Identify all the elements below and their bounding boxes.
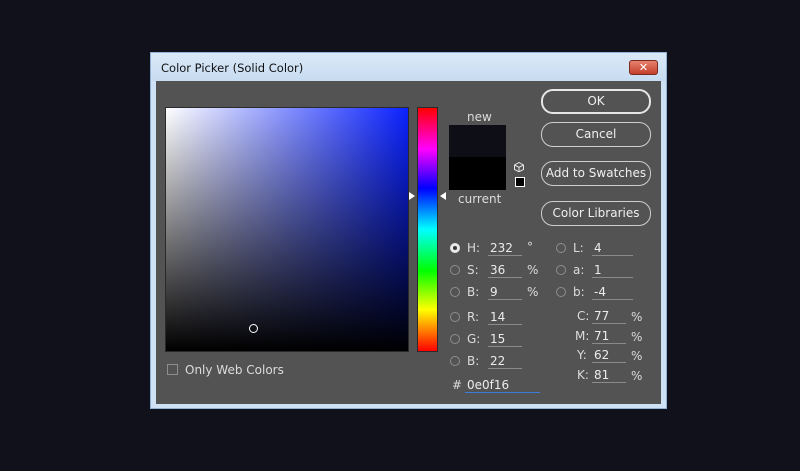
lab-b-radio[interactable] bbox=[556, 287, 566, 297]
new-color-swatch bbox=[449, 125, 506, 157]
m-label: M: bbox=[575, 329, 590, 343]
r-input[interactable]: 14 bbox=[488, 309, 522, 325]
close-icon: ✕ bbox=[638, 61, 649, 74]
y-unit: % bbox=[631, 349, 643, 363]
hex-input[interactable]: 0e0f16 bbox=[465, 377, 540, 393]
m-input[interactable]: 71 bbox=[592, 328, 626, 344]
title-bar[interactable]: Color Picker (Solid Color) ✕ bbox=[151, 53, 666, 81]
h-unit: ° bbox=[527, 240, 533, 254]
s-unit: % bbox=[527, 263, 539, 277]
new-label: new bbox=[467, 110, 492, 124]
r-radio[interactable] bbox=[450, 312, 460, 322]
color-field-marker[interactable] bbox=[249, 324, 258, 333]
hue-slider-handle-left[interactable] bbox=[409, 192, 415, 200]
current-color-swatch[interactable] bbox=[449, 157, 506, 190]
rgb-b-radio[interactable] bbox=[450, 356, 460, 366]
cancel-button[interactable]: Cancel bbox=[541, 122, 651, 147]
hsb-b-unit: % bbox=[527, 285, 539, 299]
l-radio[interactable] bbox=[556, 243, 566, 253]
only-web-colors-checkbox[interactable] bbox=[167, 364, 178, 375]
lab-b-input[interactable]: -4 bbox=[592, 284, 633, 300]
only-web-colors-label: Only Web Colors bbox=[185, 363, 284, 377]
ok-button[interactable]: OK bbox=[541, 89, 651, 114]
cube-icon[interactable] bbox=[514, 162, 524, 172]
m-unit: % bbox=[631, 330, 643, 344]
c-label: C: bbox=[577, 309, 590, 323]
c-input[interactable]: 77 bbox=[592, 308, 626, 324]
h-radio[interactable] bbox=[450, 243, 460, 253]
g-label: G: bbox=[467, 332, 481, 346]
l-label: L: bbox=[573, 241, 584, 255]
add-to-swatches-button[interactable]: Add to Swatches bbox=[541, 161, 651, 186]
y-label: Y: bbox=[577, 348, 587, 362]
y-input[interactable]: 62 bbox=[592, 347, 626, 363]
s-label: S: bbox=[467, 263, 479, 277]
k-input[interactable]: 81 bbox=[592, 367, 626, 383]
a-input[interactable]: 1 bbox=[592, 262, 633, 278]
a-radio[interactable] bbox=[556, 265, 566, 275]
dialog-title: Color Picker (Solid Color) bbox=[161, 61, 304, 75]
a-label: a: bbox=[573, 263, 585, 277]
current-label: current bbox=[458, 192, 502, 206]
l-input[interactable]: 4 bbox=[592, 240, 633, 256]
s-input[interactable]: 36 bbox=[488, 262, 522, 278]
color-libraries-button[interactable]: Color Libraries bbox=[541, 201, 651, 226]
k-unit: % bbox=[631, 369, 643, 383]
saturation-brightness-field[interactable] bbox=[165, 107, 409, 352]
k-label: K: bbox=[577, 368, 589, 382]
g-radio[interactable] bbox=[450, 334, 460, 344]
rgb-b-label: B: bbox=[467, 354, 480, 368]
websafe-swatch-icon[interactable] bbox=[515, 177, 525, 187]
rgb-b-input[interactable]: 22 bbox=[488, 353, 522, 369]
hex-label: # bbox=[452, 378, 463, 392]
hue-slider[interactable] bbox=[417, 107, 438, 352]
c-unit: % bbox=[631, 310, 643, 324]
g-input[interactable]: 15 bbox=[488, 331, 522, 347]
hsb-b-label: B: bbox=[467, 285, 480, 299]
hsb-b-radio[interactable] bbox=[450, 287, 460, 297]
s-radio[interactable] bbox=[450, 265, 460, 275]
lab-b-label: b: bbox=[573, 285, 585, 299]
hue-slider-handle-right[interactable] bbox=[440, 192, 446, 200]
r-label: R: bbox=[467, 310, 480, 324]
close-button[interactable]: ✕ bbox=[629, 60, 658, 75]
h-label: H: bbox=[467, 241, 481, 255]
h-input[interactable]: 232 bbox=[488, 240, 522, 256]
hsb-b-input[interactable]: 9 bbox=[488, 284, 522, 300]
